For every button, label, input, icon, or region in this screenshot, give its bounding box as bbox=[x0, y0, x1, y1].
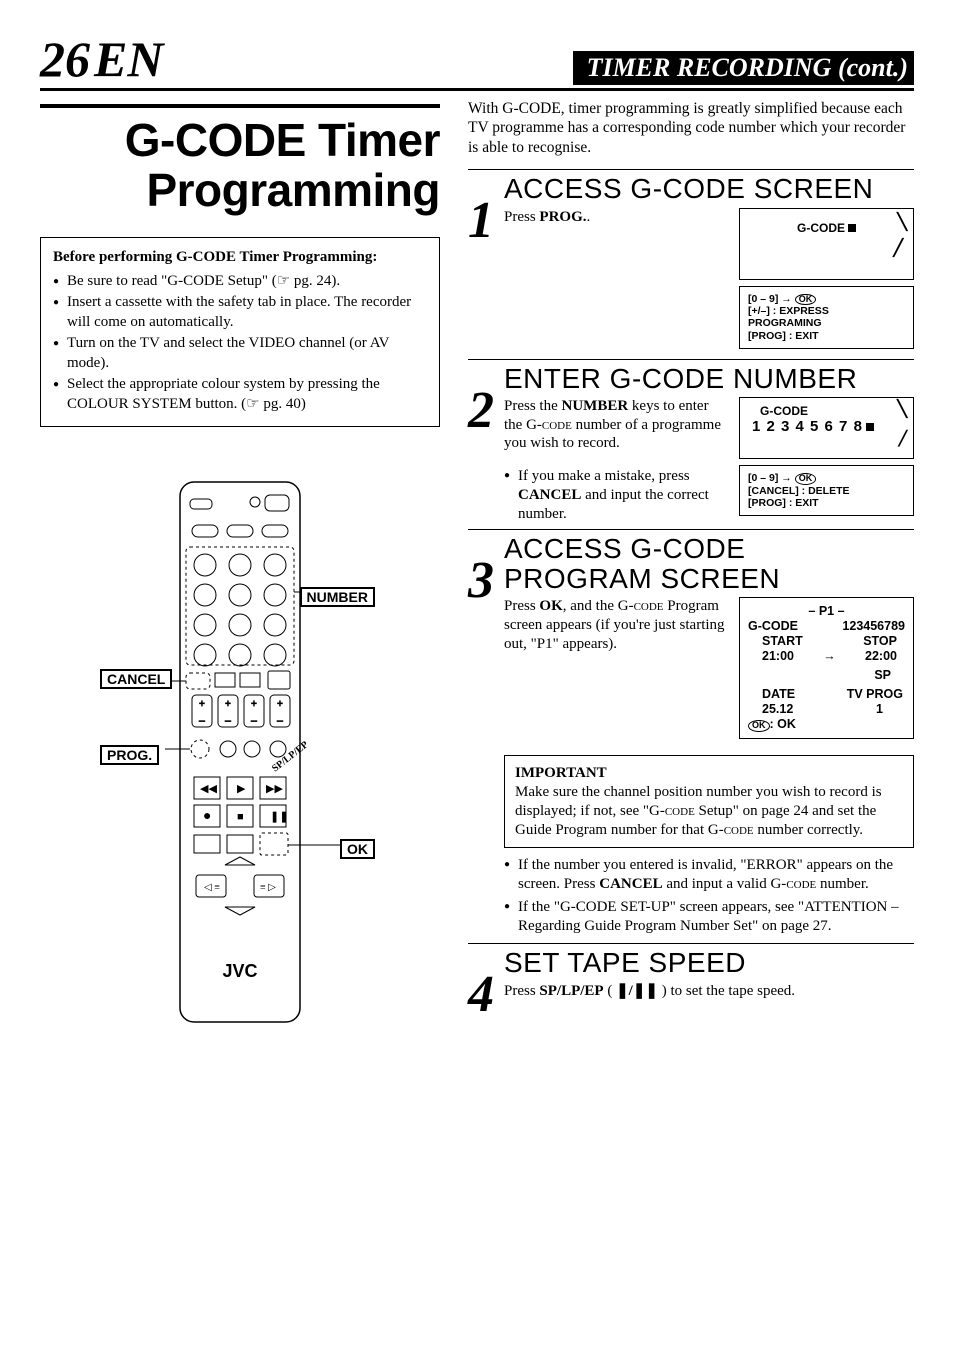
svg-text:▶▶: ▶▶ bbox=[266, 783, 283, 795]
header-bar: 26 EN TIMER RECORDING (cont.) bbox=[40, 30, 914, 91]
screen-display: G-CODE 1 2 3 4 5 6 7 8 ╲╱ bbox=[739, 397, 914, 459]
intro-text: With G-CODE, timer programming is greatl… bbox=[468, 99, 914, 157]
step-text: Press OK, and the G-code Program screen … bbox=[504, 597, 729, 745]
page-number: 26 EN bbox=[40, 30, 163, 88]
before-heading: Before performing G-CODE Timer Programmi… bbox=[53, 248, 427, 268]
before-list: Be sure to read "G-CODE Setup" (☞ pg. 24… bbox=[53, 272, 427, 415]
step-number: 4 bbox=[468, 948, 504, 1019]
important-box: IMPORTANT Make sure the channel position… bbox=[504, 755, 914, 848]
note-item: If the "G-CODE SET-UP" screen appears, s… bbox=[504, 898, 914, 936]
step-text: Press the NUMBER keys to enter the G-cod… bbox=[504, 397, 729, 526]
step-1: 1 ACCESS G-CODE SCREEN Press PROG.. G-CO… bbox=[468, 169, 914, 354]
title-line1: G-CODE Timer bbox=[40, 116, 440, 166]
step-text: Press PROG.. bbox=[504, 208, 729, 355]
left-column: G-CODE Timer Programming Before performi… bbox=[40, 99, 440, 1042]
before-item: Turn on the TV and select the VIDEO chan… bbox=[53, 334, 427, 373]
screen-program: – P1 – G-CODE123456789 STARTSTOP 21:00→2… bbox=[739, 597, 914, 739]
step-4: 4 SET TAPE SPEED Press SP/LP/EP ( ❚/❚❚ )… bbox=[468, 943, 914, 1019]
section-title: TIMER RECORDING (cont.) bbox=[573, 51, 914, 85]
remote-illustration: NUMBER CANCEL PROG. OK bbox=[40, 477, 440, 1042]
step-title: ACCESS G-CODE SCREEN bbox=[504, 174, 914, 203]
svg-text:−: − bbox=[277, 714, 284, 728]
note-item: If the number you entered is invalid, "E… bbox=[504, 856, 914, 894]
page-num-value: 26 bbox=[40, 31, 90, 87]
before-box: Before performing G-CODE Timer Programmi… bbox=[40, 237, 440, 427]
brand-text: JVC bbox=[222, 961, 257, 981]
step-3: 3 ACCESS G-CODEPROGRAM SCREEN Press OK, … bbox=[468, 529, 914, 939]
step-title: ENTER G-CODE NUMBER bbox=[504, 364, 914, 393]
screen-hint: [0 – 9] → OK [CANCEL] : DELETE [PROG] : … bbox=[739, 465, 914, 516]
svg-text:●: ● bbox=[203, 809, 211, 824]
screen-hint: [0 – 9] → OK [+/–] : EXPRESS PROGRAMING … bbox=[739, 286, 914, 349]
screen-display: G-CODE ╲╱ bbox=[739, 208, 914, 280]
svg-text:+: + bbox=[199, 699, 205, 710]
label-prog: PROG. bbox=[100, 745, 159, 765]
page-title: G-CODE Timer Programming bbox=[40, 104, 440, 215]
important-title: IMPORTANT bbox=[515, 764, 903, 783]
important-text: Make sure the channel position number yo… bbox=[515, 783, 903, 839]
svg-text:−: − bbox=[199, 714, 206, 728]
svg-text:◁ ≡: ◁ ≡ bbox=[204, 882, 220, 893]
remote-wrap: NUMBER CANCEL PROG. OK bbox=[110, 477, 370, 1042]
before-item: Select the appropriate colour system by … bbox=[53, 375, 427, 414]
svg-text:◀◀: ◀◀ bbox=[200, 783, 217, 795]
page-lang: EN bbox=[94, 31, 163, 87]
svg-text:+: + bbox=[251, 699, 257, 710]
svg-text:+: + bbox=[225, 699, 231, 710]
notes: If the number you entered is invalid, "E… bbox=[504, 856, 914, 935]
svg-text:■: ■ bbox=[237, 811, 244, 823]
step-number: 1 bbox=[468, 174, 504, 354]
title-line2: Programming bbox=[40, 166, 440, 216]
step-number: 2 bbox=[468, 364, 504, 526]
svg-text:≡ ▷: ≡ ▷ bbox=[260, 882, 276, 893]
step-title: SET TAPE SPEED bbox=[504, 948, 914, 977]
svg-text:−: − bbox=[225, 714, 232, 728]
page: 26 EN TIMER RECORDING (cont.) G-CODE Tim… bbox=[0, 0, 954, 1072]
label-cancel: CANCEL bbox=[100, 669, 172, 689]
before-item: Insert a cassette with the safety tab in… bbox=[53, 293, 427, 332]
svg-text:❚❚: ❚❚ bbox=[270, 811, 288, 823]
label-number: NUMBER bbox=[300, 587, 375, 607]
step-2: 2 ENTER G-CODE NUMBER Press the NUMBER k… bbox=[468, 359, 914, 526]
before-item: Be sure to read "G-CODE Setup" (☞ pg. 24… bbox=[53, 272, 427, 292]
svg-text:+: + bbox=[277, 699, 283, 710]
columns: G-CODE Timer Programming Before performi… bbox=[40, 99, 914, 1042]
step-number: 3 bbox=[468, 534, 504, 939]
step-title: ACCESS G-CODEPROGRAM SCREEN bbox=[504, 534, 914, 593]
label-ok: OK bbox=[340, 839, 375, 859]
step-text: Press SP/LP/EP ( ❚/❚❚ ) to set the tape … bbox=[504, 982, 914, 1001]
right-column: With G-CODE, timer programming is greatl… bbox=[468, 99, 914, 1042]
svg-text:▶: ▶ bbox=[237, 783, 246, 795]
svg-text:−: − bbox=[251, 714, 258, 728]
